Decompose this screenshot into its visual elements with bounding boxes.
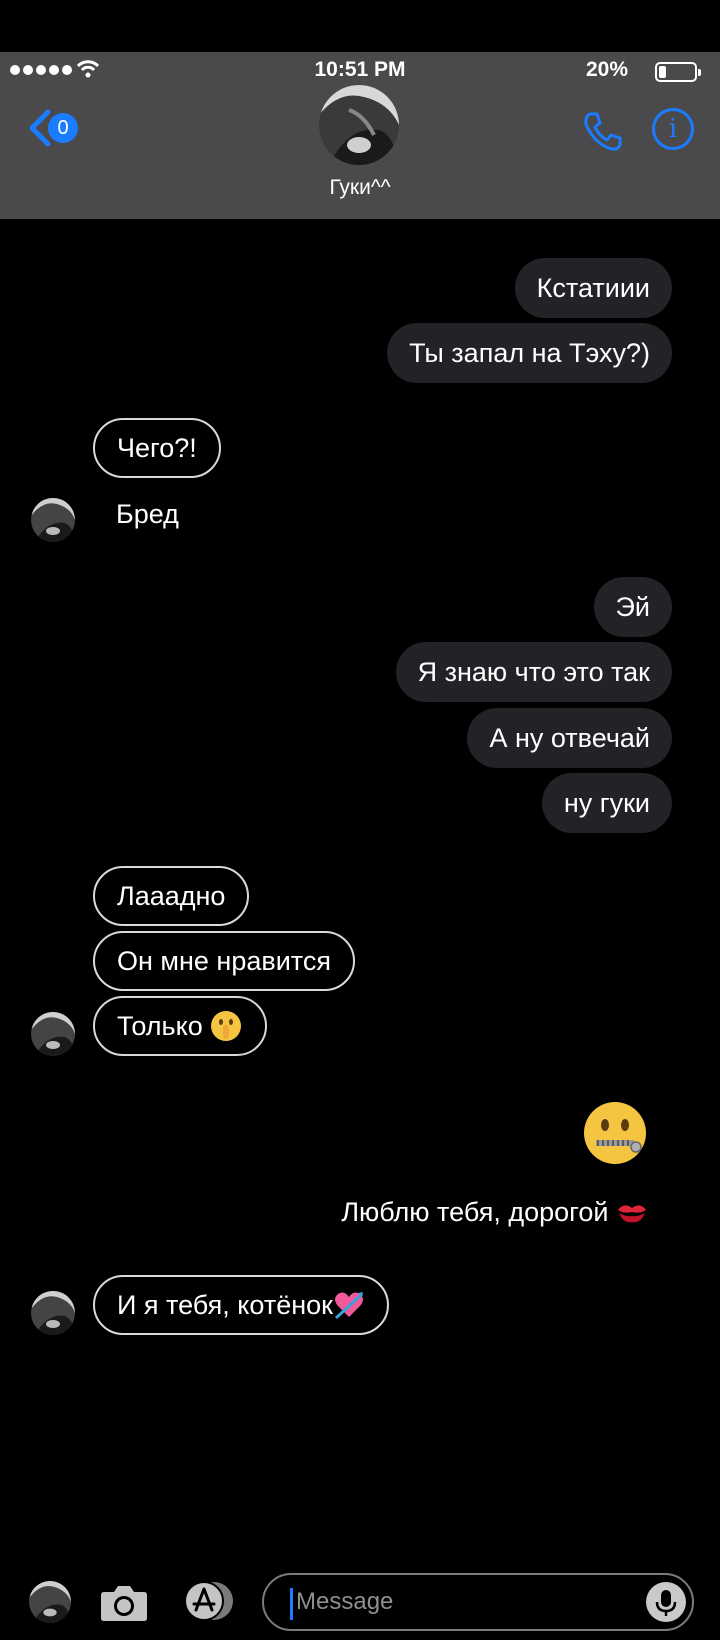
- message-text: Люблю тебя, дорогой: [341, 1197, 609, 1227]
- message-text: Кстатиии: [536, 272, 650, 303]
- message-text: А ну отвечай: [489, 722, 650, 753]
- message-text: Ты запал на Тэху?): [409, 337, 650, 368]
- message-incoming[interactable]: Только: [93, 996, 267, 1056]
- microphone-button[interactable]: [646, 1582, 686, 1622]
- message-outgoing-text[interactable]: Люблю тебя, дорогой: [341, 1197, 648, 1228]
- contact-avatar[interactable]: [319, 85, 399, 165]
- message-outgoing[interactable]: Кстатиии: [514, 258, 672, 318]
- message-input[interactable]: Message: [262, 1573, 694, 1631]
- zipper-mouth-face-icon[interactable]: [582, 1100, 648, 1166]
- message-outgoing[interactable]: Я знаю что это так: [395, 642, 672, 702]
- contact-avatar-small: [31, 1291, 75, 1335]
- message-outgoing[interactable]: А ну отвечай: [467, 708, 672, 768]
- message-outgoing[interactable]: Ты запал на Тэху?): [387, 323, 672, 383]
- message-incoming-text[interactable]: Бред: [116, 499, 179, 530]
- message-text: ну гуки: [563, 787, 650, 818]
- message-incoming[interactable]: Чего?!: [93, 418, 221, 478]
- message-text: Он мне нравится: [117, 945, 331, 976]
- message-outgoing[interactable]: ну гуки: [541, 773, 672, 833]
- status-bar: 10:51 PM 20%: [0, 52, 720, 88]
- unread-badge: 0: [48, 113, 78, 143]
- info-icon[interactable]: i: [652, 108, 694, 150]
- message-incoming[interactable]: Лааадно: [93, 866, 250, 926]
- contact-avatar-small: [31, 498, 75, 542]
- kiss-mark-icon: [618, 1205, 646, 1223]
- shushing-face-icon: [210, 1011, 241, 1041]
- back-button[interactable]: 0: [24, 108, 78, 148]
- text-caret: [290, 1588, 293, 1620]
- battery-percent: 20%: [585, 58, 628, 81]
- contact-avatar-small: [31, 1012, 75, 1056]
- message-outgoing[interactable]: Эй: [593, 577, 672, 637]
- top-black-bar: [0, 0, 720, 52]
- message-text: И я тебя, котёнок: [117, 1289, 333, 1320]
- message-incoming[interactable]: Он мне нравится: [93, 931, 355, 991]
- battery-icon: [655, 62, 701, 82]
- message-text: Эй: [615, 591, 651, 622]
- user-avatar[interactable]: [29, 1581, 71, 1623]
- compose-bar: Message: [0, 1560, 720, 1640]
- app-store-icon[interactable]: [180, 1580, 240, 1622]
- contact-name[interactable]: Гуки^^: [0, 176, 720, 200]
- message-text: Лааадно: [117, 880, 226, 911]
- message-incoming[interactable]: И я тебя, котёнок: [93, 1275, 389, 1335]
- chat-header: 10:51 PM 20% 0 Гуки^^ i: [0, 52, 720, 219]
- camera-icon[interactable]: [100, 1582, 148, 1622]
- message-text: Только: [117, 1010, 203, 1041]
- message-text: Чего?!: [117, 432, 197, 463]
- phone-icon[interactable]: [582, 110, 624, 152]
- heart-with-arrow-icon: [334, 1292, 363, 1320]
- message-input-placeholder: Message: [296, 1588, 394, 1615]
- microphone-icon: [655, 1590, 677, 1616]
- message-text: Я знаю что это так: [417, 656, 650, 687]
